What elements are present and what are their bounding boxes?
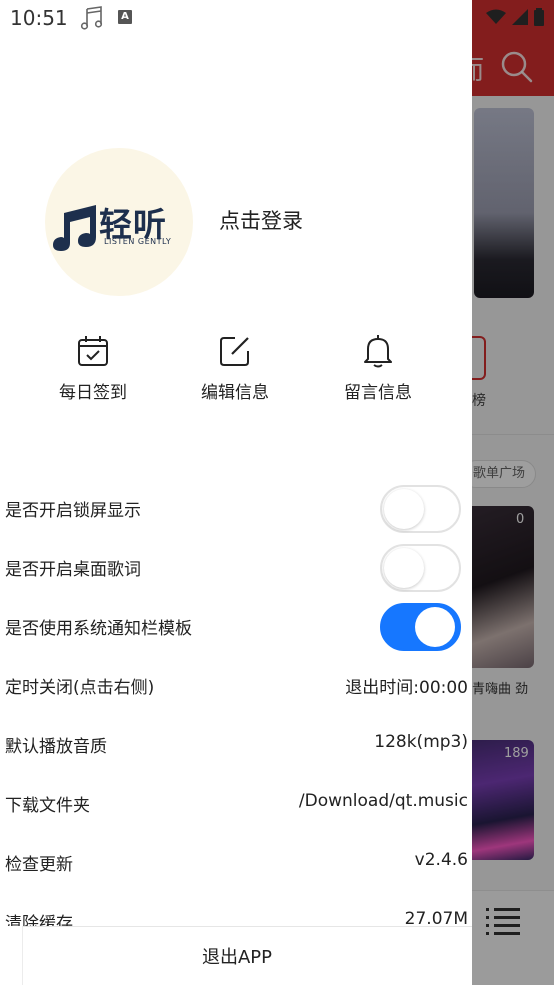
daily-checkin-button[interactable]: 每日签到 bbox=[38, 334, 148, 404]
login-link[interactable]: 点击登录 bbox=[219, 205, 303, 235]
setting-lockscreen: 是否开启锁屏显示 bbox=[0, 483, 472, 535]
exit-app-button[interactable]: 退出APP bbox=[22, 926, 472, 985]
edit-icon bbox=[220, 337, 249, 366]
logo-tagline: LISTEN GENTLY bbox=[104, 237, 172, 246]
setting-check-update[interactable]: 检查更新 v2.4.6 bbox=[0, 837, 472, 889]
daily-checkin-label: 每日签到 bbox=[59, 383, 127, 403]
sleep-timer-value[interactable]: 退出时间:00:00 bbox=[345, 673, 468, 698]
status-time: 10:51 bbox=[10, 6, 68, 30]
setting-notification-template: 是否使用系统通知栏模板 bbox=[0, 601, 472, 653]
music-note-icon bbox=[53, 205, 96, 251]
setting-download-folder[interactable]: 下载文件夹 /Download/qt.music bbox=[0, 778, 472, 830]
edit-info-button[interactable]: 编辑信息 bbox=[180, 334, 290, 404]
setting-label: 是否开启桌面歌词 bbox=[5, 560, 141, 580]
edit-info-label: 编辑信息 bbox=[201, 383, 269, 403]
input-method-icon: A bbox=[118, 10, 132, 24]
bell-icon bbox=[364, 335, 392, 368]
audio-quality-value: 128k(mp3) bbox=[374, 732, 468, 752]
setting-label: 默认播放音质 bbox=[5, 737, 107, 757]
music-notification-icon bbox=[80, 6, 103, 30]
exit-app-label: 退出APP bbox=[201, 947, 273, 968]
status-bar: 10:51 A bbox=[0, 0, 554, 40]
exit-bar-gap bbox=[0, 926, 22, 985]
desktop-lyrics-toggle[interactable] bbox=[380, 544, 461, 592]
toggle-knob bbox=[384, 489, 424, 529]
lockscreen-toggle[interactable] bbox=[380, 485, 461, 533]
calendar-check-icon bbox=[78, 336, 108, 366]
messages-button[interactable]: 留言信息 bbox=[323, 334, 433, 404]
setting-label: 检查更新 bbox=[5, 855, 73, 875]
version-value: v2.4.6 bbox=[414, 850, 468, 870]
setting-label: 是否使用系统通知栏模板 bbox=[5, 619, 192, 639]
setting-label: 定时关闭(点击右侧) bbox=[5, 678, 155, 698]
setting-audio-quality[interactable]: 默认播放音质 128k(mp3) bbox=[0, 719, 472, 771]
notification-template-toggle[interactable] bbox=[380, 603, 461, 651]
toggle-knob bbox=[384, 548, 424, 588]
setting-label: 下载文件夹 bbox=[5, 796, 90, 816]
toggle-knob bbox=[415, 607, 455, 647]
setting-desktop-lyrics: 是否开启桌面歌词 bbox=[0, 542, 472, 594]
setting-label: 是否开启锁屏显示 bbox=[5, 501, 141, 521]
navigation-drawer: 轻听 LISTEN GENTLY 点击登录 每日签到 编辑信息 留言信息 是否开… bbox=[0, 0, 472, 985]
download-folder-value: /Download/qt.music bbox=[298, 791, 468, 811]
messages-label: 留言信息 bbox=[344, 383, 412, 403]
setting-sleep-timer[interactable]: 定时关闭(点击右侧) 退出时间:00:00 bbox=[0, 660, 472, 712]
